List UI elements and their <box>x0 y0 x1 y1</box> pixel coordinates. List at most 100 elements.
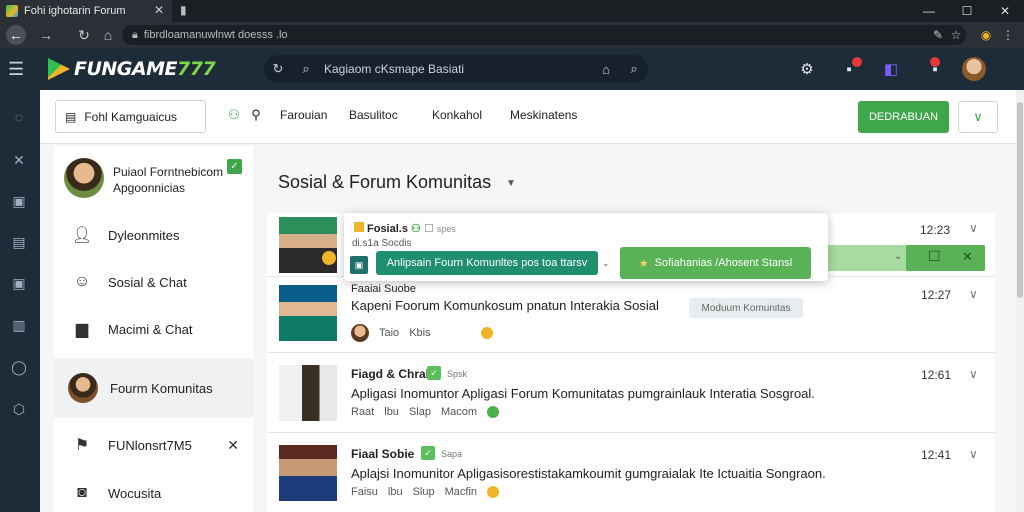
primary-action-button[interactable]: DEDRABUAN <box>858 101 949 133</box>
home-icon[interactable]: ⌂ <box>98 25 118 45</box>
post-title: Fiagd & Chral <box>351 367 430 381</box>
search-bar[interactable]: ↻ ⌕ Kagiaom cKsmape Basiati ⌂ ⌕ <box>264 55 648 83</box>
bookmark-star-icon[interactable]: ☆ <box>946 25 966 45</box>
star-icon: ★ <box>638 257 649 270</box>
users-icon[interactable]: ⚇ <box>226 107 242 123</box>
shuffle-icon[interactable]: ✕ <box>9 150 29 170</box>
lock-open-icon[interactable]: ⚲ <box>248 107 264 123</box>
sidebar-profile[interactable]: Puiaol Forntnebicom Apgoonnicias ✓ <box>54 146 253 210</box>
title-dropdown-icon[interactable]: ▼ <box>506 178 516 189</box>
sidebar-item-fourm-komunitas[interactable]: Fourm Komunitas <box>54 358 253 418</box>
profile-avatar <box>64 158 104 198</box>
minimize-icon[interactable]: — <box>910 0 948 22</box>
close-icon[interactable]: ✕ <box>227 437 239 454</box>
address-text: fibrdloamanuwlnwt doesss .lo <box>143 29 288 41</box>
chevron-down-icon[interactable]: ∨ <box>969 221 978 235</box>
chevron-down-icon[interactable]: ∨ <box>969 447 978 461</box>
dropdown-toggle-button[interactable]: ∨ <box>958 101 998 133</box>
meta-item: lbu <box>387 486 403 498</box>
category-button[interactable]: ▤ Fohl Kamguaicus <box>55 100 206 133</box>
extension-icon[interactable]: ✎ <box>928 25 948 45</box>
document-icon[interactable]: ▣ <box>9 191 29 211</box>
window-controls: — ☐ ✕ <box>910 0 1024 22</box>
nav-item-meskinatens[interactable]: Meskinatens <box>510 108 577 122</box>
post-time: 12:41 <box>921 448 952 462</box>
post-thumbnail <box>279 365 337 421</box>
post-time: 12:61 <box>921 368 952 382</box>
sidebar-item-sosial-chat[interactable]: ☺ Sosial & Chat <box>54 259 253 305</box>
close-tab-icon[interactable]: ✕ <box>154 3 164 17</box>
popup-subtitle: di.s1a Socdis <box>352 238 412 249</box>
chevron-down-icon[interactable]: ∨ <box>969 367 978 381</box>
user-icon: 👤︎ <box>71 227 93 244</box>
browser-toolbar: ← → ↻ ⌂ 🔒︎ fibrdloamanuwlnwt doesss .lo … <box>0 22 1024 48</box>
author-avatar <box>351 324 369 342</box>
forward-icon[interactable]: → <box>36 25 56 45</box>
logo[interactable]: FUNGAME777 <box>48 56 216 82</box>
browser-menu-icon[interactable]: ⋮ <box>998 25 1018 45</box>
badge-icon <box>487 406 500 418</box>
chevron-down-icon[interactable]: ⌄ <box>602 258 610 269</box>
hamburger-menu-icon[interactable]: ☰ <box>8 60 28 78</box>
back-icon[interactable]: ← <box>6 25 26 45</box>
check-tag-icon: ✓ <box>427 366 441 380</box>
sidebar-item-wocusita[interactable]: ◙ Wocusita <box>54 470 253 512</box>
checkbox-icon[interactable]: ☐ <box>928 248 941 265</box>
reload-icon[interactable]: ↻ <box>74 25 94 45</box>
shield-icon[interactable]: ⬡ <box>9 399 29 419</box>
app-icon: ▣ <box>350 256 368 274</box>
logo-mark-icon <box>48 58 70 80</box>
home-icon[interactable]: ⌂ <box>592 62 620 77</box>
close-window-icon[interactable]: ✕ <box>986 0 1024 22</box>
folder-icon <box>354 222 364 232</box>
meta-item: Taio <box>379 327 400 339</box>
nav-item-basulitoc[interactable]: Basulitoc <box>349 108 398 122</box>
address-bar[interactable]: 🔒︎ fibrdloamanuwlnwt doesss .lo <box>122 25 966 45</box>
maximize-icon[interactable]: ☐ <box>948 0 986 22</box>
user-avatar[interactable] <box>962 57 986 81</box>
chevron-down-icon[interactable]: ⌄ <box>894 251 902 262</box>
clipboard-icon[interactable]: ▥ <box>9 315 29 335</box>
search-submit-icon[interactable]: ⌕ <box>620 61 648 77</box>
sidebar-item-label: Macimi & Chat <box>108 321 193 337</box>
join-forum-button[interactable]: Anlipsain Fourn Komunltes pos toa ttarsv <box>376 251 598 275</box>
post-thumbnail <box>279 445 337 501</box>
page-title: Sosial & Forum Komunitas <box>278 172 492 192</box>
circle-icon[interactable]: ◯ <box>9 357 29 377</box>
logo-prefix: FUNGAME <box>74 58 178 80</box>
sidebar-item-macimi-chat[interactable]: ▆ Macimi & Chat <box>54 306 253 352</box>
notification-badge <box>852 57 862 67</box>
row-action-box[interactable]: ☐ ✕ <box>906 245 985 271</box>
store-icon: ▆ <box>75 321 89 338</box>
profile-name: Puiaol Forntnebicom Apgoonnicias <box>113 165 224 195</box>
scrollbar-thumb[interactable] <box>1017 102 1023 298</box>
social-action-label: Sofiahanias /Ahosent Stansl <box>654 257 793 269</box>
explore-icon[interactable]: ◌ <box>9 107 29 127</box>
chevron-down-icon[interactable]: ∨ <box>969 287 978 301</box>
nav-item-farouian[interactable]: Farouian <box>280 108 327 122</box>
camera-icon: ◙ <box>77 484 87 501</box>
settings-gear-icon[interactable]: ⚙ <box>796 58 818 80</box>
search-input[interactable]: Kagiaom cKsmape Basiati <box>320 62 592 76</box>
gift-icon[interactable]: ▤ <box>9 232 29 252</box>
nav-item-konkahol[interactable]: Konkahol <box>432 108 482 122</box>
social-action-button[interactable]: ★ Sofiahanias /Ahosent Stansl <box>620 247 811 279</box>
new-tab-icon[interactable]: ▮ <box>180 3 187 17</box>
browser-tab[interactable]: Fohi ighotarin Forum ✕ <box>0 0 172 22</box>
list-item[interactable]: Fiaal Sobie ✓ Sapa Aplajsi Inomunitor Ap… <box>267 433 995 512</box>
post-time: 12:23 <box>920 223 951 237</box>
apps-icon[interactable]: ◧ <box>880 58 902 80</box>
sidebar-item-dyleonmites[interactable]: 👤︎ Dyleonmites <box>54 212 253 258</box>
browser-tab-bar: Fohi ighotarin Forum ✕ ▮ — ☐ ✕ <box>0 0 1024 22</box>
profile-icon[interactable]: ◉ <box>976 25 996 45</box>
list-item[interactable]: Fiagd & Chral ✓ Spsk Apligasi Inomuntor … <box>267 353 995 433</box>
group-icon: ⚇ <box>411 223 421 235</box>
coin-icon <box>322 251 336 265</box>
sidebar-item-funlonsrt[interactable]: ⚑ FUNlonsrt7M5 ✕ <box>54 422 253 468</box>
scrollbar[interactable] <box>1016 90 1024 512</box>
community-pill[interactable]: Moduum Komunitas <box>689 298 803 318</box>
close-icon[interactable]: ✕ <box>962 249 973 265</box>
media-icon[interactable]: ▣ <box>9 273 29 293</box>
list-item[interactable]: Faaiai Suobe Kapeni Foorum Komunkosum pn… <box>267 277 995 353</box>
refresh-icon[interactable]: ↻ <box>264 61 292 77</box>
